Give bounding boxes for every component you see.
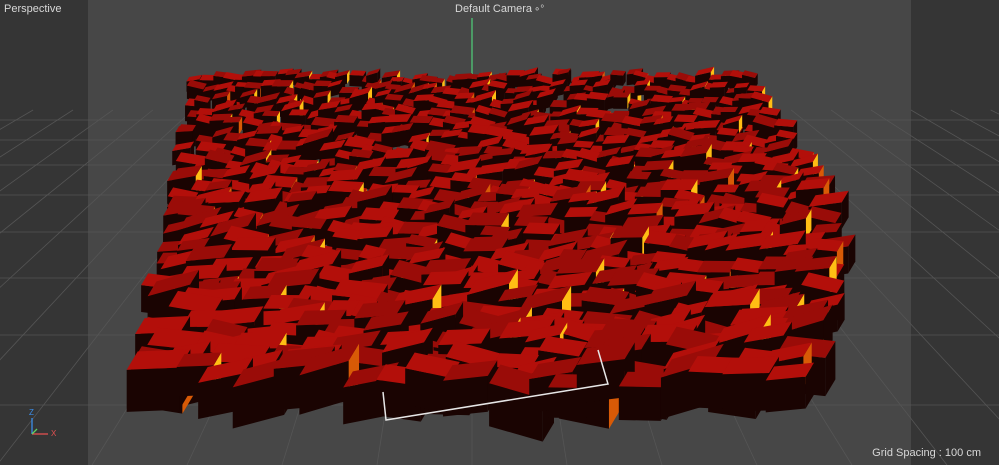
cube-field[interactable]: [126, 66, 856, 442]
cube-front-face: [126, 367, 180, 412]
camera-link-icon[interactable]: ∘°: [534, 4, 544, 15]
cube-top-face: [260, 71, 279, 77]
cube-front-face: [506, 75, 522, 88]
cube-top-face: [696, 260, 737, 273]
cube-front-face: [765, 376, 806, 413]
cube-top-face: [713, 184, 740, 193]
cube-top-face: [262, 110, 280, 117]
cube-top-face: [626, 171, 652, 180]
cube-top-face: [409, 115, 434, 124]
cube-top-face: [687, 97, 704, 103]
cube-top-face: [465, 212, 509, 226]
scene-canvas[interactable]: [0, 0, 999, 465]
camera-name-text: Default Camera: [455, 3, 533, 15]
3d-viewport[interactable]: Perspective Default Camera ∘° Grid Spacin…: [0, 0, 999, 465]
view-name-label[interactable]: Perspective: [4, 3, 61, 16]
axis-gizmo: Z X: [14, 408, 64, 448]
grid-line: [910, 109, 999, 163]
cube-front-face: [443, 375, 488, 417]
cube-front-face: [618, 386, 661, 421]
cube-top-face: [701, 96, 719, 103]
camera-name-label[interactable]: Default Camera ∘°: [455, 3, 544, 16]
grid-line: [870, 109, 999, 193]
cube-top-face: [349, 70, 367, 76]
cube-front-face: [610, 74, 624, 86]
cube-top-face: [747, 85, 766, 92]
cube-top-face: [673, 114, 698, 123]
cube-front-face: [613, 97, 628, 109]
cube-top-face: [328, 180, 364, 193]
cube-front-face: [722, 373, 770, 412]
cube-top-face: [573, 140, 595, 148]
axis-gizmo-lines: [31, 418, 48, 435]
cube-top-face: [334, 114, 358, 123]
grid-spacing-label: Grid Spacing : 100 cm: [872, 447, 981, 459]
axis-x-label: X: [51, 429, 57, 438]
cube-top-face: [271, 80, 294, 87]
cube-top-face: [660, 179, 698, 191]
grid-line: [830, 109, 999, 231]
cube-top-face: [522, 222, 560, 235]
axis-z-label: Z: [29, 408, 34, 417]
cube-top-face: [230, 237, 276, 251]
cube-front-face: [349, 75, 364, 87]
grid-line: [950, 109, 999, 137]
cube-front-face: [576, 359, 625, 404]
cube-top-face: [613, 92, 631, 98]
cube-top-face: [720, 106, 739, 113]
y-axis-line: [31, 428, 38, 435]
cube-top-face: [244, 81, 264, 89]
cube-top-face: [288, 109, 309, 116]
